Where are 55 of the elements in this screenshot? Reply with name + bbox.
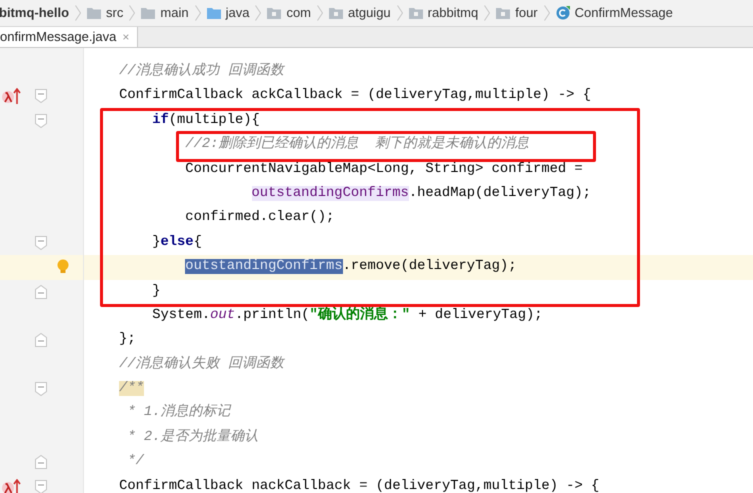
breadcrumb-item[interactable]: main — [160, 3, 189, 23]
code-line: * 2.是否为批量确认 — [126, 430, 258, 445]
chevron-icon — [194, 5, 201, 21]
code-line: if(multiple){ — [152, 112, 260, 128]
code-line: ConcurrentNavigableMap<Long, String> confirmed = — [185, 162, 583, 177]
fold-marker-icon[interactable] — [35, 480, 47, 493]
chevron-icon — [75, 5, 82, 21]
code-line: //2:删除到已经确认的消息 剩下的就是未确认的消息 — [185, 137, 529, 152]
chevron-icon — [544, 5, 550, 21]
lambda-arrow-icon[interactable] — [2, 88, 22, 104]
code-line: outstandingConfirms.headMap(deliveryTag); — [252, 186, 591, 201]
folder-icon — [206, 7, 221, 19]
code-line: */ — [126, 454, 144, 470]
fold-marker-icon[interactable] — [35, 236, 47, 250]
breadcrumb-item[interactable]: atguigu — [348, 3, 391, 23]
breadcrumb-item[interactable]: java — [226, 3, 250, 23]
code-line: confirmed.clear(); — [185, 210, 334, 226]
code-line: outstandingConfirms.remove(deliveryTag); — [185, 259, 516, 274]
chevron-icon — [484, 5, 490, 21]
fold-marker-icon[interactable] — [35, 89, 47, 104]
chevron-icon — [255, 5, 262, 21]
breadcrumb-item[interactable]: four — [515, 3, 538, 23]
fold-marker-icon[interactable] — [35, 455, 47, 470]
code-line: System.out.println("确认的消息：" + deliveryTag); — [152, 308, 543, 323]
code-line: }else{ — [152, 234, 202, 250]
fold-marker-icon[interactable] — [35, 114, 47, 128]
fold-marker-icon[interactable] — [35, 382, 47, 396]
breadcrumb-item[interactable]: src — [106, 3, 124, 23]
folder-icon — [141, 7, 156, 19]
package-folder-icon — [329, 7, 343, 19]
code-line: //消息确认失败 回调函数 — [119, 356, 284, 372]
breadcrumb-item[interactable]: com — [286, 3, 311, 23]
code-line: //消息确认成功 回调函数 — [119, 64, 284, 79]
chevron-icon — [129, 5, 136, 21]
class-icon — [556, 6, 570, 20]
tab-label: onfirmMessage.java — [0, 28, 116, 46]
chevron-icon — [317, 5, 323, 21]
breadcrumb-item[interactable]: bitmq-hello — [0, 3, 70, 23]
code-line: }; — [119, 332, 136, 348]
package-folder-icon — [408, 7, 423, 19]
fold-marker-icon[interactable] — [35, 333, 47, 348]
code-line: * 1.消息的标记 — [126, 405, 230, 420]
fold-marker-icon[interactable] — [35, 284, 47, 299]
package-folder-icon — [267, 7, 282, 19]
lambda-arrow-icon[interactable] — [2, 478, 22, 493]
code-line: } — [152, 284, 160, 299]
chevron-icon — [396, 5, 403, 21]
code-line: ConfirmCallback nackCallback = (deliveryTag,multiple) -> { — [119, 478, 600, 493]
editor-tab[interactable]: onfirmMessage.java × — [0, 27, 138, 47]
breadcrumb-item[interactable]: rabbitmq — [428, 3, 478, 23]
package-folder-icon — [496, 7, 510, 19]
code-line: ConfirmCallback ackCallback = (deliveryTag,multiple) -> { — [119, 88, 592, 104]
folder-icon — [87, 7, 102, 19]
breadcrumb-item[interactable]: ConfirmMessage — [574, 3, 673, 23]
lightbulb-icon[interactable] — [57, 259, 69, 274]
